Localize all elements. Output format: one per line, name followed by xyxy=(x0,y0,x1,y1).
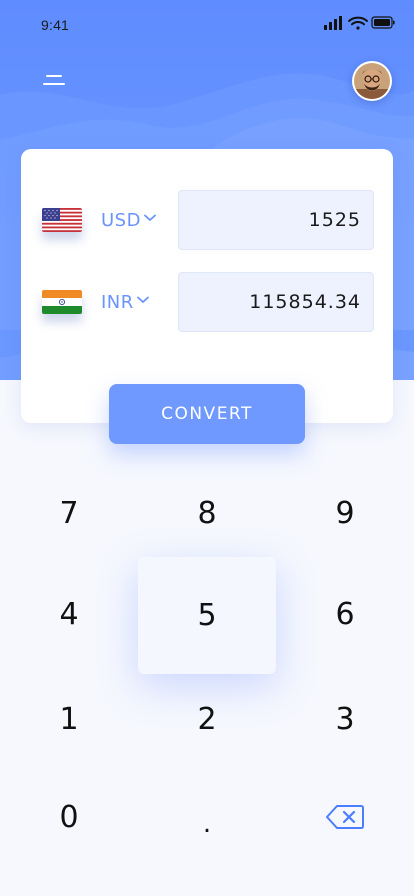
status-bar: 9:41 xyxy=(0,0,414,50)
backspace-button[interactable] xyxy=(276,768,414,866)
key-9[interactable]: 9 xyxy=(276,464,414,562)
avatar[interactable] xyxy=(352,61,392,101)
avatar-image xyxy=(354,63,390,99)
from-currency-dropdown[interactable]: USD xyxy=(101,204,156,236)
key-decimal[interactable]: . xyxy=(138,768,276,866)
to-currency-code: INR xyxy=(101,291,134,313)
to-currency-row: INR xyxy=(21,272,393,332)
convert-button[interactable]: CONVERT xyxy=(109,384,305,444)
to-amount-input[interactable] xyxy=(178,272,374,332)
key-7[interactable]: 7 xyxy=(0,464,138,562)
from-amount-input[interactable] xyxy=(178,190,374,250)
chevron-down-icon xyxy=(136,296,149,303)
menu-button[interactable] xyxy=(40,70,70,94)
key-4[interactable]: 4 xyxy=(0,565,138,663)
converter-card: USD INR xyxy=(21,149,393,423)
key-2[interactable]: 2 xyxy=(138,670,276,768)
backspace-icon xyxy=(326,805,364,829)
key-8[interactable]: 8 xyxy=(138,464,276,562)
menu-icon xyxy=(46,75,62,77)
battery-icon xyxy=(371,16,395,29)
us-flag-icon xyxy=(42,208,82,232)
wifi-icon xyxy=(348,16,368,30)
to-currency-dropdown[interactable]: INR xyxy=(101,286,149,318)
india-flag-icon xyxy=(42,290,82,314)
from-currency-row: USD xyxy=(21,190,393,250)
key-1[interactable]: 1 xyxy=(0,670,138,768)
from-currency-code: USD xyxy=(101,209,141,231)
key-3[interactable]: 3 xyxy=(276,670,414,768)
chevron-down-icon xyxy=(144,214,156,221)
status-icons xyxy=(324,16,395,30)
key-5[interactable]: 5 xyxy=(138,557,276,674)
menu-icon-line xyxy=(43,83,65,85)
key-0[interactable]: 0 xyxy=(0,768,138,866)
key-6[interactable]: 6 xyxy=(276,565,414,663)
signal-icon xyxy=(324,16,342,30)
status-time: 9:41 xyxy=(41,17,70,33)
